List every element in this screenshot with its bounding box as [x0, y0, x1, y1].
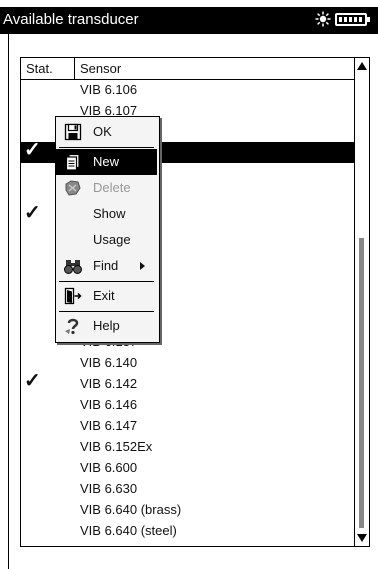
table-row[interactable]: VIB 6.600 [21, 457, 355, 478]
exit-door-icon [64, 287, 82, 305]
menu-item-label: Show [93, 206, 126, 221]
menu-item-usage[interactable]: Usage [56, 227, 157, 253]
column-header-stat[interactable]: Stat. [21, 58, 75, 79]
sensor-name: VIB 6.106 [80, 82, 138, 97]
sensor-name: VIB 6.146 [80, 397, 138, 412]
status-check-icon: ✓ [24, 139, 41, 161]
scroll-down-arrow-icon[interactable] [357, 534, 367, 542]
binoculars-icon [64, 260, 82, 274]
menu-item-label: New [93, 154, 120, 169]
menu-item-label: Usage [93, 232, 131, 247]
sensor-name: VIB 6.640 (steel) [80, 523, 177, 538]
menu-item-delete[interactable]: Delete [56, 175, 157, 201]
column-header-sensor[interactable]: Sensor [75, 58, 355, 79]
status-check-icon: ✓ [24, 370, 41, 392]
new-document-icon [65, 153, 80, 171]
menu-item-label: OK [93, 124, 112, 139]
menu-item-help[interactable]: Help [56, 313, 157, 339]
table-row[interactable]: VIB 6.640 (brass) [21, 499, 355, 520]
menu-separator [59, 311, 154, 312]
menu-item-ok[interactable]: OK [56, 119, 157, 145]
menu-item-label: Help [93, 318, 120, 333]
menu-separator [59, 147, 154, 148]
menu-item-label: Exit [93, 288, 115, 303]
help-icon [65, 318, 79, 335]
table-row[interactable]: VIB 6.147 [21, 415, 355, 436]
menu-separator [59, 281, 154, 282]
scroll-up-arrow-icon[interactable] [357, 62, 367, 70]
sensor-name: VIB 6.142 [80, 376, 138, 391]
sensor-name: VIB 6.147 [80, 418, 138, 433]
scroll-thumb[interactable] [359, 238, 364, 528]
window-title: Available transducer [3, 11, 139, 28]
table-row[interactable]: VIB 6.146 [21, 394, 355, 415]
menu-item-exit[interactable]: Exit [56, 283, 157, 309]
sensor-name: VIB 6.152Ex [80, 439, 153, 454]
brightness-icon [315, 11, 331, 27]
menu-item-new[interactable]: New [56, 149, 157, 175]
window-frame [8, 34, 9, 569]
context-menu: OK New Delete Show Usage Find Exit Help [55, 116, 160, 343]
submenu-arrow-icon [140, 262, 145, 270]
battery-icon [335, 13, 370, 26]
table-row[interactable]: VIB 6.140 [21, 352, 355, 373]
sensor-name: VIB 6.640 (brass) [80, 502, 182, 517]
title-bar: Available transducer [0, 7, 378, 34]
vertical-scrollbar[interactable] [354, 58, 369, 546]
menu-item-label: Delete [93, 180, 131, 195]
table-row[interactable]: VIB 6.152Ex [21, 436, 355, 457]
sensor-name: VIB 6.140 [80, 355, 138, 370]
sensor-name: VIB 6.600 [80, 460, 138, 475]
table-header: Stat. Sensor [21, 58, 369, 80]
menu-item-find[interactable]: Find [56, 253, 157, 279]
save-icon [64, 123, 82, 141]
sensor-name: VIB 6.630 [80, 481, 138, 496]
table-row[interactable]: VIB 6.630 [21, 478, 355, 499]
table-row[interactable]: ✓ VIB 6.142 [21, 370, 355, 394]
status-check-icon: ✓ [24, 202, 41, 224]
delete-icon [65, 180, 81, 196]
table-row[interactable]: VIB 6.106 [21, 79, 355, 100]
table-row[interactable]: VIB 6.640 (steel) [21, 520, 355, 541]
menu-item-label: Find [93, 258, 119, 273]
menu-item-show[interactable]: Show [56, 201, 157, 227]
